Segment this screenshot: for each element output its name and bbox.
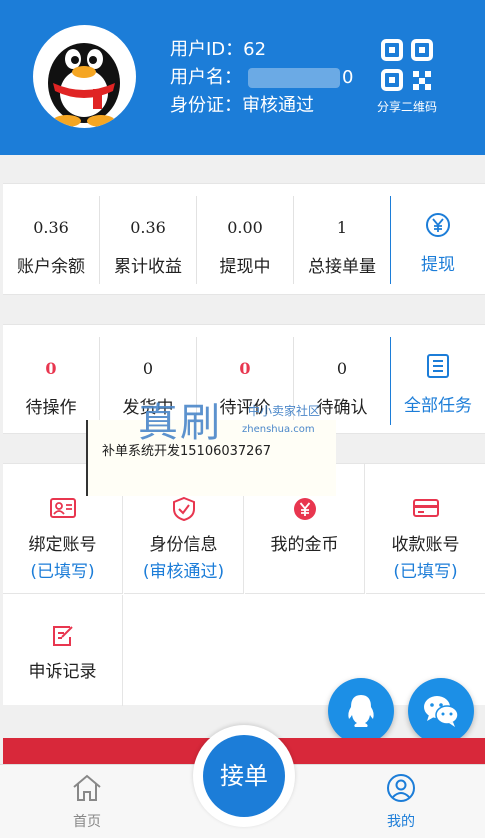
task-label: 待操作 <box>25 398 77 418</box>
grid-label: 收款账号 <box>391 535 460 555</box>
take-order-label: 接单 <box>203 735 285 817</box>
all-tasks-label: 全部任务 <box>404 396 472 416</box>
stat-value: 0.36 <box>130 218 166 237</box>
stat-label: 账户余额 <box>17 257 85 277</box>
list-icon <box>391 353 485 381</box>
stat-total-orders[interactable]: 1 总接单量 <box>294 194 390 286</box>
task-status: 0 待操作 0 发货中 0 待评价 0 待确认 全部任务 <box>3 324 485 434</box>
text-cursor-line <box>86 420 88 496</box>
grid-label: 申诉记录 <box>28 662 97 682</box>
task-count: 0 <box>239 359 251 378</box>
username-row: 用户名： 0 <box>170 64 353 92</box>
task-count: 0 <box>336 359 348 378</box>
grid-status: (已填写) <box>393 562 458 582</box>
share-qr-button[interactable]: 分享二维码 <box>372 38 442 115</box>
yen-circle-icon <box>391 212 485 240</box>
grid-label: 身份信息 <box>149 535 218 555</box>
watermark-overlay: 真刷 中小卖家社区 zhenshua.com 补单系统开发15106037267 <box>86 400 336 496</box>
grid-status: (已填写) <box>30 562 95 582</box>
take-order-button[interactable]: 接单 <box>193 725 295 827</box>
account-stats: 0.36 账户余额 0.36 累计收益 0.00 提现中 1 总接单量 提现 <box>3 183 485 295</box>
bank-card-icon <box>366 496 485 522</box>
withdraw-label: 提现 <box>421 255 455 275</box>
feature-grid: 绑定账号 (已填写) 身份信息 (审核通过) 我的金币 收款账号 (已填写) 申… <box>3 463 485 706</box>
idcard-label: 身份证： <box>170 95 242 116</box>
profile-header: 用户ID：62 用户名： 0 身份证：审核通过 分享二维码 <box>0 0 485 155</box>
qr-label: 分享二维码 <box>376 100 437 114</box>
qq-penguin-icon <box>48 43 120 127</box>
home-icon <box>73 774 101 801</box>
username-suffix: 0 <box>342 67 354 88</box>
user-info: 用户ID：62 用户名： 0 身份证：审核通过 <box>170 36 353 120</box>
wechat-icon <box>424 696 459 727</box>
coin-icon <box>245 496 364 522</box>
stat-withdrawing[interactable]: 0.00 提现中 <box>197 194 293 286</box>
stat-label: 提现中 <box>219 257 271 277</box>
username-label: 用户名： <box>170 67 242 88</box>
stat-label: 总接单量 <box>308 257 376 277</box>
task-count: 0 <box>142 359 154 378</box>
stat-total-income[interactable]: 0.36 累计收益 <box>100 194 196 286</box>
tab-home[interactable]: 首页 <box>42 773 132 831</box>
stat-label: 累计收益 <box>114 257 182 277</box>
stat-value: 0.00 <box>227 218 263 237</box>
wechat-service-button[interactable] <box>408 678 474 744</box>
stat-balance[interactable]: 0.36 账户余额 <box>3 194 99 286</box>
user-id-label: 用户ID： <box>170 39 244 60</box>
watermark-contact-text: 补单系统开发15106037267 <box>102 444 271 459</box>
user-id-value: 62 <box>243 39 267 60</box>
user-icon <box>387 774 415 802</box>
idcard-row: 身份证：审核通过 <box>170 92 353 120</box>
qq-icon <box>348 695 374 727</box>
avatar[interactable] <box>33 25 136 128</box>
withdraw-button[interactable]: 提现 <box>391 194 485 286</box>
tab-label: 首页 <box>73 814 101 830</box>
all-tasks-button[interactable]: 全部任务 <box>391 335 485 427</box>
grid-label: 绑定账号 <box>28 535 97 555</box>
shield-check-icon <box>124 496 243 522</box>
edit-note-icon <box>3 623 122 649</box>
task-count: 0 <box>45 359 57 378</box>
idcard-status: 审核通过 <box>242 95 314 116</box>
qr-code-icon <box>381 39 433 91</box>
grid-status: (审核通过) <box>142 562 225 582</box>
tab-label: 我的 <box>387 814 415 830</box>
stat-value: 1 <box>336 218 348 237</box>
watermark-domain: zhenshua.com <box>242 424 315 435</box>
user-id-row: 用户ID：62 <box>170 36 353 64</box>
tab-mine[interactable]: 我的 <box>356 773 446 831</box>
account-card-icon <box>3 496 122 522</box>
stat-value: 0.36 <box>33 218 69 237</box>
appeal-records-item[interactable]: 申诉记录 <box>3 595 123 706</box>
payment-account-item[interactable]: 收款账号 (已填写) <box>366 464 485 594</box>
watermark-tagline: 中小卖家社区 <box>248 404 321 418</box>
task-pending-operation[interactable]: 0 待操作 <box>3 335 99 427</box>
qq-service-button[interactable] <box>328 678 394 744</box>
redacted-username <box>248 68 340 88</box>
grid-label: 我的金币 <box>270 535 339 555</box>
